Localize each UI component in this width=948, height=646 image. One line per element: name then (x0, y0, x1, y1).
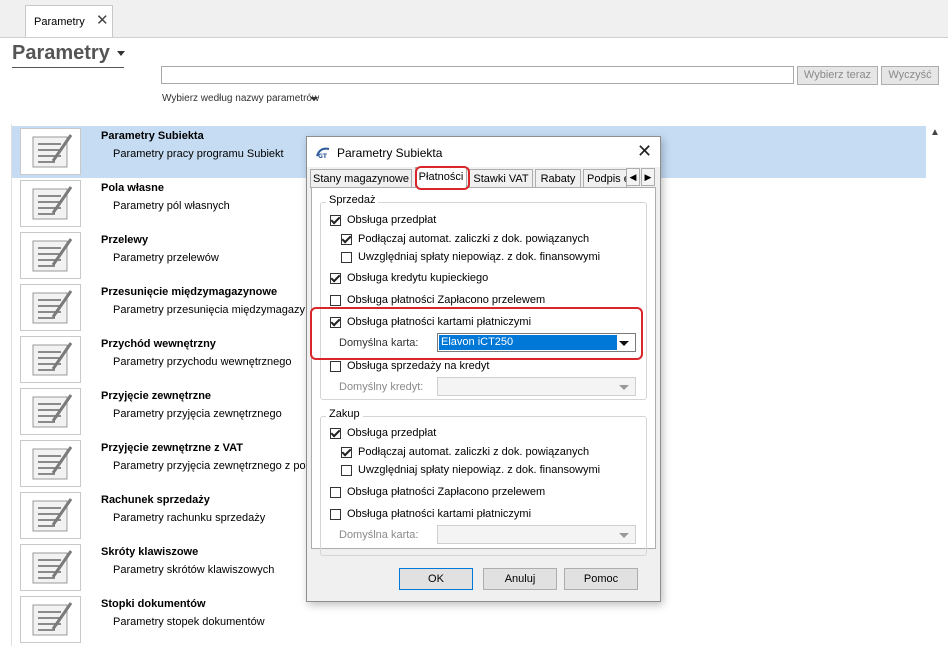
close-icon[interactable]: ✕ (96, 11, 109, 29)
list-item-description: Parametry rachunku sprzedaży (113, 512, 266, 524)
settings-document-icon (20, 336, 81, 383)
settings-document-icon (20, 284, 81, 331)
checkbox-label: Obsługa płatności Zapłacono przelewem (347, 294, 546, 306)
list-item-title: Pola własne (101, 182, 164, 194)
clear-button[interactable]: Wyczyść (881, 66, 939, 85)
purchase-default-card-select[interactable] (437, 525, 636, 544)
tab-scroll-left-icon[interactable]: ◀ (626, 168, 640, 186)
cancel-button[interactable]: Anuluj (483, 568, 557, 590)
payments-panel: Sprzedaż Obsługa przedpłat Podłączaj aut… (310, 187, 656, 556)
scroll-up-icon[interactable]: ▲ (930, 127, 940, 138)
list-item-description: Parametry przesunięcia międzymagazy (113, 304, 305, 316)
checkbox-label: Podłączaj automat. zaliczki z dok. powią… (358, 233, 590, 245)
settings-document-icon (20, 492, 81, 539)
select-now-button[interactable]: Wybierz teraz (797, 66, 878, 85)
ok-button[interactable]: OK (399, 568, 473, 590)
tab-stawki-vat[interactable]: Stawki VAT (469, 169, 533, 188)
list-item-description: Parametry stopek dokumentów (113, 616, 265, 628)
purchase-include-unlinked-checkbox[interactable] (341, 465, 352, 476)
list-item-description: Parametry przyjęcia zewnętrznego z po (113, 460, 306, 472)
search-input[interactable] (161, 66, 794, 84)
purchase-transfer-paid-checkbox[interactable] (330, 487, 341, 498)
settings-document-icon (20, 596, 81, 643)
list-item-description: Parametry przyjęcia zewnętrznego (113, 408, 282, 420)
list-item-title: Przelewy (101, 234, 149, 246)
checkbox-label: Obsługa sprzedaży na kredyt (347, 360, 490, 372)
chevron-down-icon[interactable] (310, 97, 318, 101)
dropdown-arrow-icon (619, 385, 629, 390)
sales-auto-link-checkbox[interactable] (341, 234, 352, 245)
checkbox-label: Uwzględniaj spłaty niepowiąz. z dok. fin… (358, 464, 601, 476)
list-item-description: Parametry skrótów klawiszowych (113, 564, 275, 576)
list-item-description: Parametry przelewów (113, 252, 219, 264)
tab-podpis[interactable]: Podpis e (583, 169, 627, 188)
search-mode-dropdown[interactable]: Wybierz według nazwy parametrów (162, 93, 319, 104)
card-section-highlight (310, 307, 643, 360)
list-item-description: Parametry pól własnych (113, 200, 230, 212)
dropdown-arrow-icon (619, 533, 629, 538)
purchase-default-card-label: Domyślna karta: (339, 529, 419, 541)
dialog-title: Parametry Subiekta (337, 146, 443, 160)
purchase-group-legend: Zakup (326, 408, 363, 420)
page-title[interactable]: Parametry (12, 42, 110, 65)
checkbox-label: Obsługa przedpłat (347, 214, 437, 226)
title-underline (12, 67, 124, 68)
settings-document-icon (20, 232, 81, 279)
settings-document-icon (20, 180, 81, 227)
list-item-title: Skróty klawiszowe (101, 546, 199, 558)
list-item-title: Przychód wewnętrzny (101, 338, 216, 350)
dialog-titlebar[interactable]: GT Parametry Subiekta ✕ (307, 137, 660, 167)
purchase-auto-link-checkbox[interactable] (341, 447, 352, 458)
checkbox-label: Obsługa płatności Zapłacono przelewem (347, 486, 546, 498)
default-credit-label: Domyślny kredyt: (339, 381, 424, 393)
tab-stany-magazynowe[interactable]: Stany magazynowe (310, 169, 412, 188)
sales-group-legend: Sprzedaż (326, 194, 379, 206)
sales-prepayments-checkbox[interactable] (330, 215, 341, 226)
settings-document-icon (20, 388, 81, 435)
list-item-title: Rachunek sprzedaży (101, 494, 210, 506)
tab-highlight (415, 166, 470, 190)
list-item-description: Parametry pracy programu Subiekt (113, 148, 284, 160)
parametry-subiekta-dialog: GT Parametry Subiekta ✕ Stany magazynowe… (306, 136, 661, 602)
sales-include-unlinked-checkbox[interactable] (341, 252, 352, 263)
list-item-title: Parametry Subiekta (101, 130, 204, 142)
tab-parametry[interactable]: Parametry ✕ (25, 5, 113, 37)
purchase-card-payments-checkbox[interactable] (330, 509, 341, 520)
tab-label: Parametry (34, 16, 85, 28)
document-tab-strip: Parametry ✕ (0, 0, 948, 38)
help-button[interactable]: Pomoc (564, 568, 638, 590)
close-icon[interactable]: ✕ (637, 141, 652, 162)
tab-scroll-right-icon[interactable]: ▶ (641, 168, 655, 186)
credit-sales-checkbox[interactable] (330, 361, 341, 372)
checkbox-label: Uwzględniaj spłaty niepowiąz. z dok. fin… (358, 251, 601, 263)
chevron-down-icon[interactable] (117, 51, 125, 56)
checkbox-label: Podłączaj automat. zaliczki z dok. powią… (358, 446, 590, 458)
settings-document-icon (20, 128, 81, 175)
list-item-title: Przesunięcie międzymagazynowe (101, 286, 278, 298)
app-logo-icon: GT (316, 147, 330, 159)
list-item-title: Stopki dokumentów (101, 598, 206, 610)
checkbox-label: Obsługa przedpłat (347, 427, 437, 439)
sales-transfer-paid-checkbox[interactable] (330, 295, 341, 306)
merchant-credit-checkbox[interactable] (330, 273, 341, 284)
tab-rabaty[interactable]: Rabaty (535, 169, 581, 188)
settings-document-icon (20, 544, 81, 591)
list-item-description: Parametry przychodu wewnętrznego (113, 356, 292, 368)
settings-document-icon (20, 440, 81, 487)
checkbox-label: Obsługa kredytu kupieckiego (347, 272, 489, 284)
purchase-prepayments-checkbox[interactable] (330, 428, 341, 439)
list-item-title: Przyjęcie zewnętrzne z VAT (101, 442, 244, 454)
svg-text:GT: GT (318, 153, 328, 159)
checkbox-label: Obsługa płatności kartami płatniczymi (347, 508, 532, 520)
default-credit-select[interactable] (437, 377, 636, 396)
list-item-title: Przyjęcie zewnętrzne (101, 390, 212, 402)
